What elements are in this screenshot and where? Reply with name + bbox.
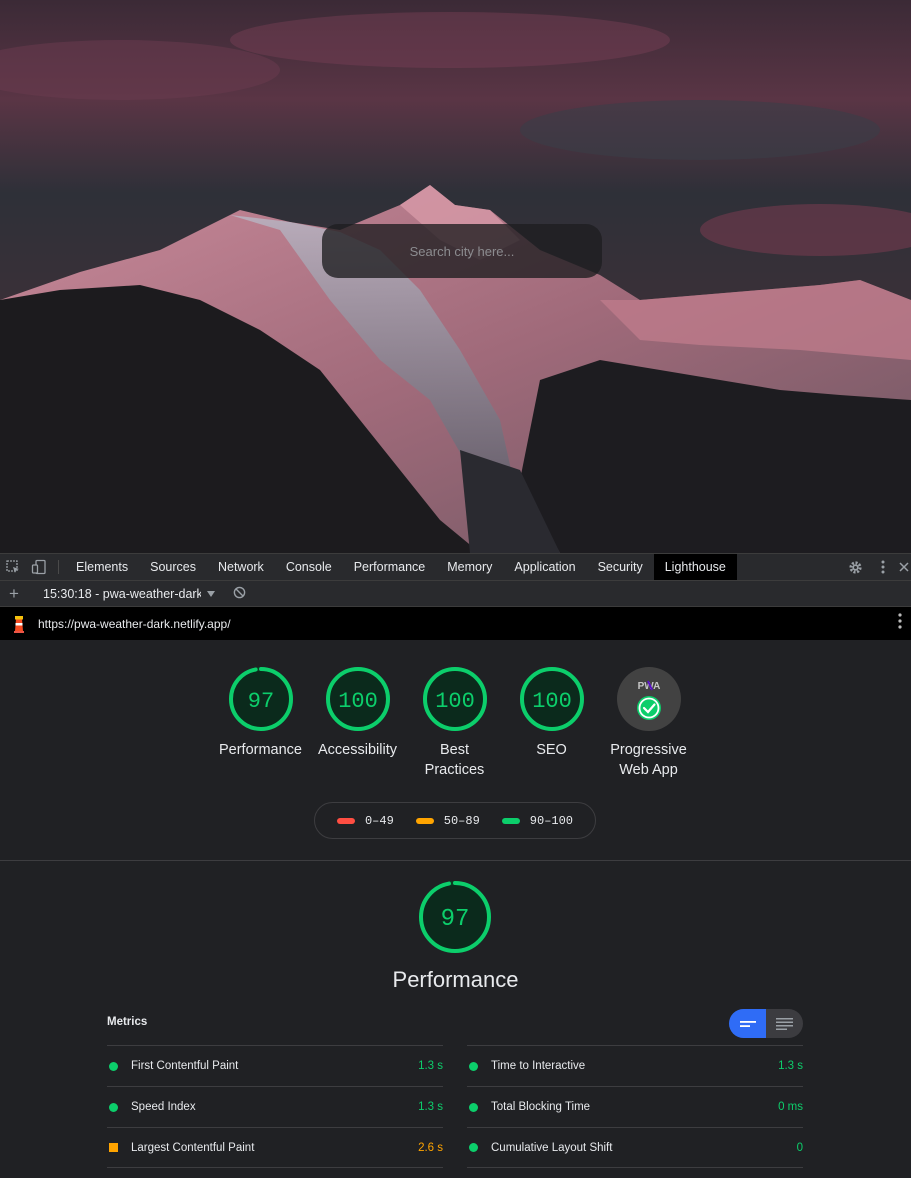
report-selector[interactable]: 15:30:18 - pwa-weather-dark.n [43,587,215,601]
device-toolbar-icon[interactable] [26,554,52,580]
metric-row[interactable]: Cumulative Layout Shift 0 [467,1127,803,1168]
tab-elements[interactable]: Elements [65,554,139,580]
gauge-label: SEO [536,742,567,758]
settings-gear-icon[interactable] [841,560,869,575]
page-viewport [0,0,911,553]
lighthouse-logo-icon [0,615,38,633]
tab-memory[interactable]: Memory [436,554,503,580]
tab-sources[interactable]: Sources [139,554,207,580]
gauge-accessibility[interactable]: 100 Accessibility [309,666,406,780]
metric-row[interactable]: First Contentful Paint 1.3 s [107,1045,443,1086]
gauge-score: 100 [532,689,572,714]
legend-range: 50–89 [443,813,480,828]
metric-value: 1.3 s [418,1060,443,1072]
metric-name: Cumulative Layout Shift [491,1141,613,1154]
report-menu-icon[interactable] [889,613,911,634]
metrics-heading: Metrics [107,1016,148,1028]
gauge-score: 100 [338,689,378,714]
gauge-label-line: Practices [424,762,485,778]
legend-pass: 90–100 [501,813,574,828]
score-gauges: 97 Performance 100 Accessibility 100 Bes… [212,666,697,780]
gauge-label-line: Progressive [610,742,687,758]
gauge-best-practices[interactable]: 100 Best Practices [406,666,503,780]
gauge-pwa[interactable]: PWA Progressive Web App [600,666,697,780]
pass-dot-icon [469,1143,478,1152]
section-divider [0,860,911,861]
tab-lighthouse[interactable]: Lighthouse [653,554,737,580]
expanded-view-button[interactable] [766,1009,803,1038]
pass-dot-icon [469,1102,478,1112]
expanded-lines-icon [776,1017,793,1030]
more-options-icon[interactable] [869,560,897,574]
tab-network[interactable]: Network [207,554,275,580]
tab-performance[interactable]: Performance [343,554,437,580]
tab-security[interactable]: Security [587,554,654,580]
lighthouse-toolbar: + 15:30:18 - pwa-weather-dark.n [0,581,911,607]
legend-pass-swatch [501,817,520,824]
city-search-input[interactable] [322,224,602,278]
gauge-label-line: Web App [619,762,678,778]
metric-value: 1.3 s [418,1101,443,1113]
devtools-tab-bar: Elements Sources Network Console Perform… [0,553,911,581]
gauge-label: Performance [218,742,302,758]
lighthouse-report: 97 Performance 100 Accessibility 100 Bes… [0,640,911,1178]
metrics-column-right: Time to Interactive 1.3 s Total Blocking… [467,1045,803,1168]
metric-name: Speed Index [131,1101,196,1113]
new-report-plus-icon[interactable]: + [0,584,28,604]
legend-fail: 0–49 [336,813,394,828]
report-url-bar: https://pwa-weather-dark.netlify.app/ [0,607,911,640]
legend-average-swatch [415,817,434,824]
metrics-column-left: First Contentful Paint 1.3 s Speed Index… [107,1045,443,1168]
legend-range: 90–100 [529,813,574,828]
metric-name: Time to Interactive [491,1060,586,1072]
inspect-element-icon[interactable] [0,554,26,580]
pass-dot-icon [469,1061,478,1071]
metrics-view-toggle[interactable] [729,1009,803,1038]
score-legend: 0–49 50–89 90–100 [314,802,596,839]
metric-row[interactable]: Time to Interactive 1.3 s [467,1045,803,1086]
metric-name: First Contentful Paint [131,1060,239,1072]
metric-name: Total Blocking Time [491,1101,591,1113]
gauge-seo[interactable]: 100 SEO [503,666,600,780]
gauge-score: 97 [247,689,273,714]
metric-row[interactable]: Largest Contentful Paint 2.6 s [107,1127,443,1168]
close-devtools-icon[interactable] [897,562,911,572]
collapsed-lines-icon [739,1020,756,1027]
legend-range: 0–49 [364,813,394,828]
metric-row[interactable]: Total Blocking Time 0 ms [467,1086,803,1127]
collapsed-view-button[interactable] [729,1009,766,1038]
legend-fail-swatch [336,817,355,824]
metric-row[interactable]: Speed Index 1.3 s [107,1086,443,1127]
toolbar-divider [58,560,59,574]
metric-value: 2.6 s [418,1141,443,1154]
metric-value: 0 ms [778,1101,803,1113]
gauge-label-line: Best [439,742,469,758]
legend-average: 50–89 [415,813,480,828]
average-square-icon [109,1143,118,1152]
pass-dot-icon [109,1102,118,1112]
tab-application[interactable]: Application [503,554,586,580]
performance-large-gauge: 97 [418,880,492,959]
performance-title: Performance [392,967,519,992]
pass-dot-icon [109,1061,118,1071]
gauge-label: Progressive Web App [610,740,687,780]
report-url[interactable]: https://pwa-weather-dark.netlify.app/ [38,617,231,631]
metric-value: 1.3 s [778,1060,803,1072]
metric-name: Largest Contentful Paint [131,1141,255,1154]
gauge-label: Best Practices [425,740,485,780]
gauge-score: 100 [435,689,475,714]
metric-value: 0 [796,1141,803,1154]
performance-score: 97 [441,906,470,933]
clear-reports-icon[interactable] [233,586,246,602]
gauge-performance[interactable]: 97 Performance [212,666,309,780]
report-run-label: 15:30:18 - pwa-weather-dark.n [43,586,201,601]
gauge-label: Accessibility [318,742,397,758]
dropdown-caret-icon [207,590,215,597]
tab-console[interactable]: Console [275,554,343,580]
